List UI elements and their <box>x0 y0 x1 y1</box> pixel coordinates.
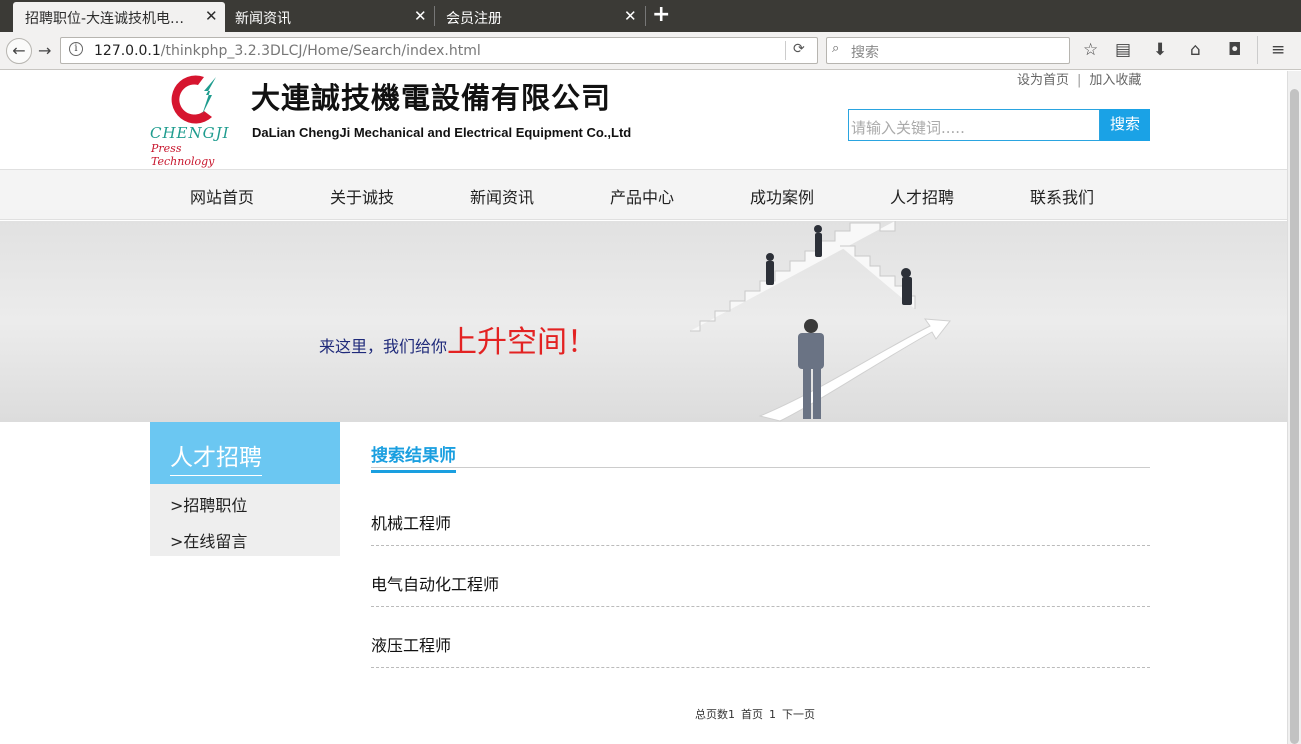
nav-contact[interactable]: 联系我们 <box>1030 184 1094 208</box>
toolbar-divider <box>1257 36 1258 64</box>
forward-arrow-icon[interactable]: → <box>38 41 51 60</box>
menu-hamburger-icon[interactable]: ≡ <box>1271 40 1285 60</box>
new-tab-plus-icon[interactable]: + <box>652 2 670 27</box>
sidebar-item-message[interactable]: >在线留言 <box>170 528 247 552</box>
job-link[interactable]: 液压工程师 <box>371 632 451 656</box>
tab-separator <box>645 6 646 26</box>
url-text[interactable]: 127.0.0.1/thinkphp_3.2.3DLCJ/Home/Search… <box>94 43 481 59</box>
pager-next-link[interactable]: 下一页 <box>782 708 815 721</box>
tab-recruitment[interactable]: 招聘职位-大连诚技机电… ✕ <box>13 2 225 32</box>
home-icon[interactable]: ⌂ <box>1190 40 1201 60</box>
pager-current: 1 <box>769 708 776 721</box>
pager-first-link[interactable]: 首页 <box>741 708 763 721</box>
url-divider <box>785 41 786 60</box>
job-link[interactable]: 机械工程师 <box>371 510 451 534</box>
url-bar[interactable]: i 127.0.0.1/thinkphp_3.2.3DLCJ/Home/Sear… <box>60 37 818 64</box>
close-tab-icon[interactable]: ✕ <box>205 7 218 25</box>
job-link[interactable]: 电气自动化工程师 <box>371 571 499 595</box>
tab-title: 会员注册 <box>446 11 502 27</box>
list-item: 机械工程师 <box>371 485 1150 546</box>
logo-tagline: Press Technology <box>151 142 215 168</box>
web-page: CHENGJI Press Technology 大連誠技機電設備有限公司 Da… <box>0 71 1287 744</box>
close-tab-icon[interactable]: ✕ <box>414 7 427 25</box>
pagination: 总页数1 首页 1 下一页 <box>695 706 821 722</box>
main-nav: 网站首页 关于诚技 新闻资讯 产品中心 成功案例 人才招聘 联系我们 <box>0 169 1287 220</box>
site-search-button[interactable]: 搜索 <box>1100 109 1150 141</box>
reload-icon[interactable]: ⟳ <box>793 41 805 57</box>
company-name-en: DaLian ChengJi Mechanical and Electrical… <box>252 125 632 140</box>
nav-products[interactable]: 产品中心 <box>610 184 674 208</box>
content-title: 搜索结果师 <box>371 441 456 473</box>
company-name-cn: 大連誠技機電設備有限公司 <box>251 81 612 115</box>
banner: 来这里，我们给你上升空间！ <box>0 221 1287 422</box>
banner-slogan-small: 来这里，我们给你 <box>319 337 448 356</box>
banner-slogan: 来这里，我们给你上升空间！ <box>319 317 597 361</box>
stairs-illustration <box>690 221 951 422</box>
scrollbar-thumb[interactable] <box>1290 89 1299 744</box>
nav-home[interactable]: 网站首页 <box>190 184 254 208</box>
list-item: 电气自动化工程师 <box>371 546 1150 607</box>
bookmark-star-icon[interactable]: ☆ <box>1083 40 1098 60</box>
site-search-placeholder: 请输入关键词..... <box>851 119 965 137</box>
browser-search-placeholder: 搜索 <box>851 45 879 61</box>
banner-slogan-big: 上升空间！ <box>447 325 598 360</box>
tab-register[interactable]: 会员注册 ✕ <box>434 2 644 32</box>
set-homepage-link[interactable]: 设为首页 <box>1017 73 1069 88</box>
tab-news[interactable]: 新闻资讯 ✕ <box>223 2 433 32</box>
nav-cases[interactable]: 成功案例 <box>750 184 814 208</box>
vertical-scrollbar[interactable] <box>1287 71 1301 744</box>
search-icon: ⌕ <box>832 41 840 56</box>
sidebar-header: 人才招聘 <box>150 422 340 484</box>
browser-toolbar: ← → i 127.0.0.1/thinkphp_3.2.3DLCJ/Home/… <box>0 32 1301 70</box>
tab-title: 新闻资讯 <box>235 11 291 27</box>
list-item: 液压工程师 <box>371 607 1150 668</box>
browser-search-field[interactable]: ⌕ 搜索 <box>826 37 1070 64</box>
nav-about[interactable]: 关于诚技 <box>330 184 394 208</box>
browser-tab-bar: 招聘职位-大连诚技机电… ✕ 新闻资讯 ✕ 会员注册 ✕ + <box>0 0 1301 32</box>
nav-news[interactable]: 新闻资讯 <box>470 184 534 208</box>
content-divider <box>371 467 1150 468</box>
nav-recruitment[interactable]: 人才招聘 <box>890 184 954 208</box>
logo-word: CHENGJI <box>150 124 230 142</box>
back-arrow-icon[interactable]: ← <box>6 38 32 64</box>
top-links: 设为首页 | 加入收藏 <box>1017 71 1141 88</box>
sidebar-item-positions[interactable]: >招聘职位 <box>170 492 247 516</box>
add-favorite-link[interactable]: 加入收藏 <box>1089 73 1141 88</box>
download-icon[interactable]: ⬇ <box>1153 40 1167 60</box>
info-icon[interactable]: i <box>69 42 83 56</box>
logo-mark-icon <box>171 75 216 124</box>
tab-title: 招聘职位-大连诚技机电… <box>25 11 185 27</box>
pocket-icon[interactable]: ◘ <box>1228 40 1241 60</box>
site-search-input[interactable]: 请输入关键词..... <box>848 109 1100 141</box>
link-separator: | <box>1077 73 1082 88</box>
reading-list-icon[interactable]: ▤ <box>1115 40 1131 60</box>
pager-total: 总页数1 <box>695 708 735 721</box>
sidebar-title: 人才招聘 <box>170 438 262 476</box>
close-tab-icon[interactable]: ✕ <box>624 7 637 25</box>
sidebar-menu: >招聘职位 >在线留言 <box>150 484 340 556</box>
company-logo[interactable]: CHENGJI Press Technology <box>150 71 242 168</box>
